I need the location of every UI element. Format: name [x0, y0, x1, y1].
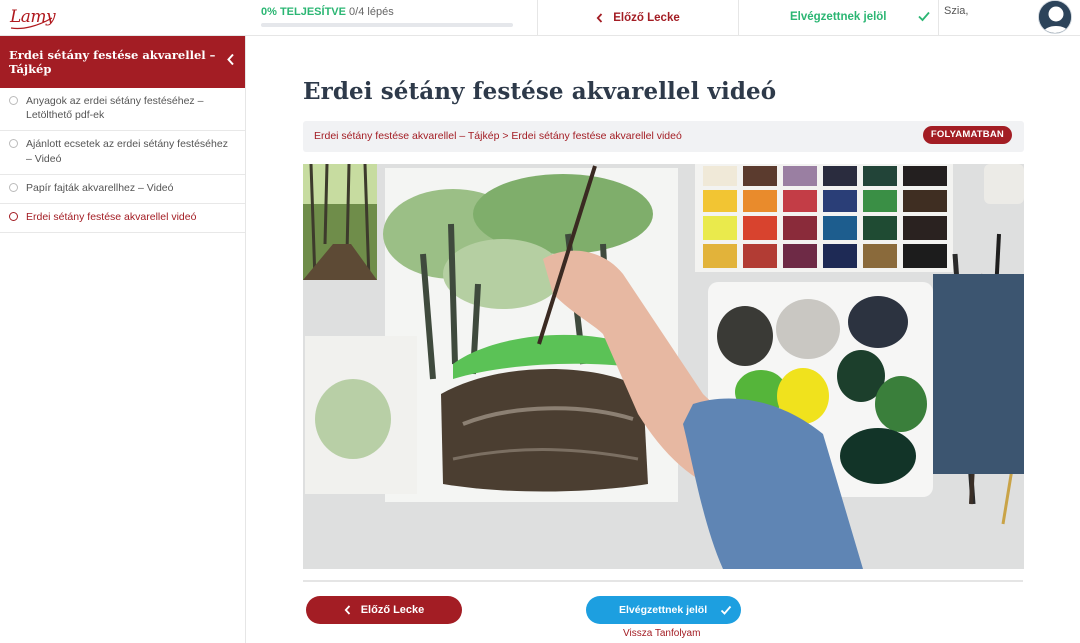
greeting: Szia, [944, 5, 969, 17]
divider [938, 0, 939, 36]
lesson-status-icon [9, 211, 18, 221]
top-prev-lesson-label: Előző Lecke [613, 12, 680, 24]
lesson-status-icon [9, 96, 18, 105]
prev-lesson-label: Előző Lecke [360, 604, 425, 616]
breadcrumb-bar: Erdei sétány festése akvarellel – Tájkép… [303, 121, 1024, 152]
breadcrumb-separator: > [502, 130, 509, 142]
back-to-course-link[interactable]: Vissza Tanfolyam [623, 628, 700, 639]
collapse-sidebar-icon[interactable] [226, 53, 235, 66]
chevron-left-icon [344, 605, 350, 615]
page-title: Erdei sétány festése akvarellel videó [303, 78, 777, 105]
divider [303, 580, 1023, 582]
prev-lesson-button[interactable]: Előző Lecke [306, 596, 462, 624]
breadcrumb-lesson-link[interactable]: Erdei sétány festése akvarellel videó [511, 130, 681, 142]
video-frame-painting [303, 164, 1024, 569]
sidebar-lesson-item[interactable]: Anyagok az erdei sétány festéséhez – Let… [0, 88, 245, 132]
mark-complete-label: Elvégzettnek jelöl [619, 604, 708, 616]
sidebar-lesson-label: Papír fajták akvarellhez – Videó [26, 181, 174, 194]
sidebar-lesson-item[interactable]: Ajánlott ecsetek az erdei sétány festésé… [0, 131, 245, 175]
sidebar-course-title: Erdei sétány festése akvarellel – Tájkép [9, 48, 216, 76]
sidebar-lesson-item-active[interactable]: Erdei sétány festése akvarellel videó [0, 204, 245, 234]
lesson-status-icon [9, 139, 18, 149]
lesson-sidebar: Erdei sétány festése akvarellel – Tájkép… [0, 36, 246, 643]
logo[interactable]: Lamy [8, 4, 56, 32]
top-prev-lesson-button[interactable]: Előző Lecke [538, 0, 738, 36]
check-icon [918, 11, 930, 22]
lesson-video-player[interactable] [303, 164, 1024, 569]
user-silhouette-icon [1039, 1, 1071, 33]
sidebar-lesson-label: Ajánlott ecsetek az erdei sétány festésé… [26, 138, 228, 165]
check-icon [720, 605, 732, 615]
sidebar-lesson-item[interactable]: Papír fajták akvarellhez – Videó [0, 175, 245, 204]
sidebar-lesson-label: Anyagok az erdei sétány festéséhez – Let… [26, 95, 204, 122]
top-mark-complete-label: Elvégzettnek jelöl [790, 11, 887, 23]
progress-bar [261, 23, 513, 27]
course-progress: 0% TELJESÍTVE 0/4 lépés [261, 6, 515, 27]
chevron-left-icon [596, 13, 603, 23]
progress-steps: 0/4 lépés [349, 6, 394, 18]
progress-percent: 0% TELJESÍTVE [261, 6, 346, 18]
breadcrumb: Erdei sétány festése akvarellel – Tájkép… [314, 130, 682, 142]
mark-complete-button[interactable]: Elvégzettnek jelöl [586, 596, 741, 624]
breadcrumb-course-link[interactable]: Erdei sétány festése akvarellel – Tájkép [314, 130, 499, 142]
sidebar-course-header: Erdei sétány festése akvarellel – Tájkép [0, 36, 245, 88]
status-badge: FOLYAMATBAN [922, 126, 1012, 144]
top-bar: Lamy 0% TELJESÍTVE 0/4 lépés Előző Lecke… [0, 0, 1080, 36]
user-avatar[interactable] [1038, 0, 1072, 34]
lesson-status-icon [9, 182, 18, 192]
top-mark-complete-button[interactable]: Elvégzettnek jelöl [739, 0, 938, 36]
logo-swash-icon [10, 17, 53, 30]
sidebar-lesson-label: Erdei sétány festése akvarellel videó [26, 210, 197, 223]
